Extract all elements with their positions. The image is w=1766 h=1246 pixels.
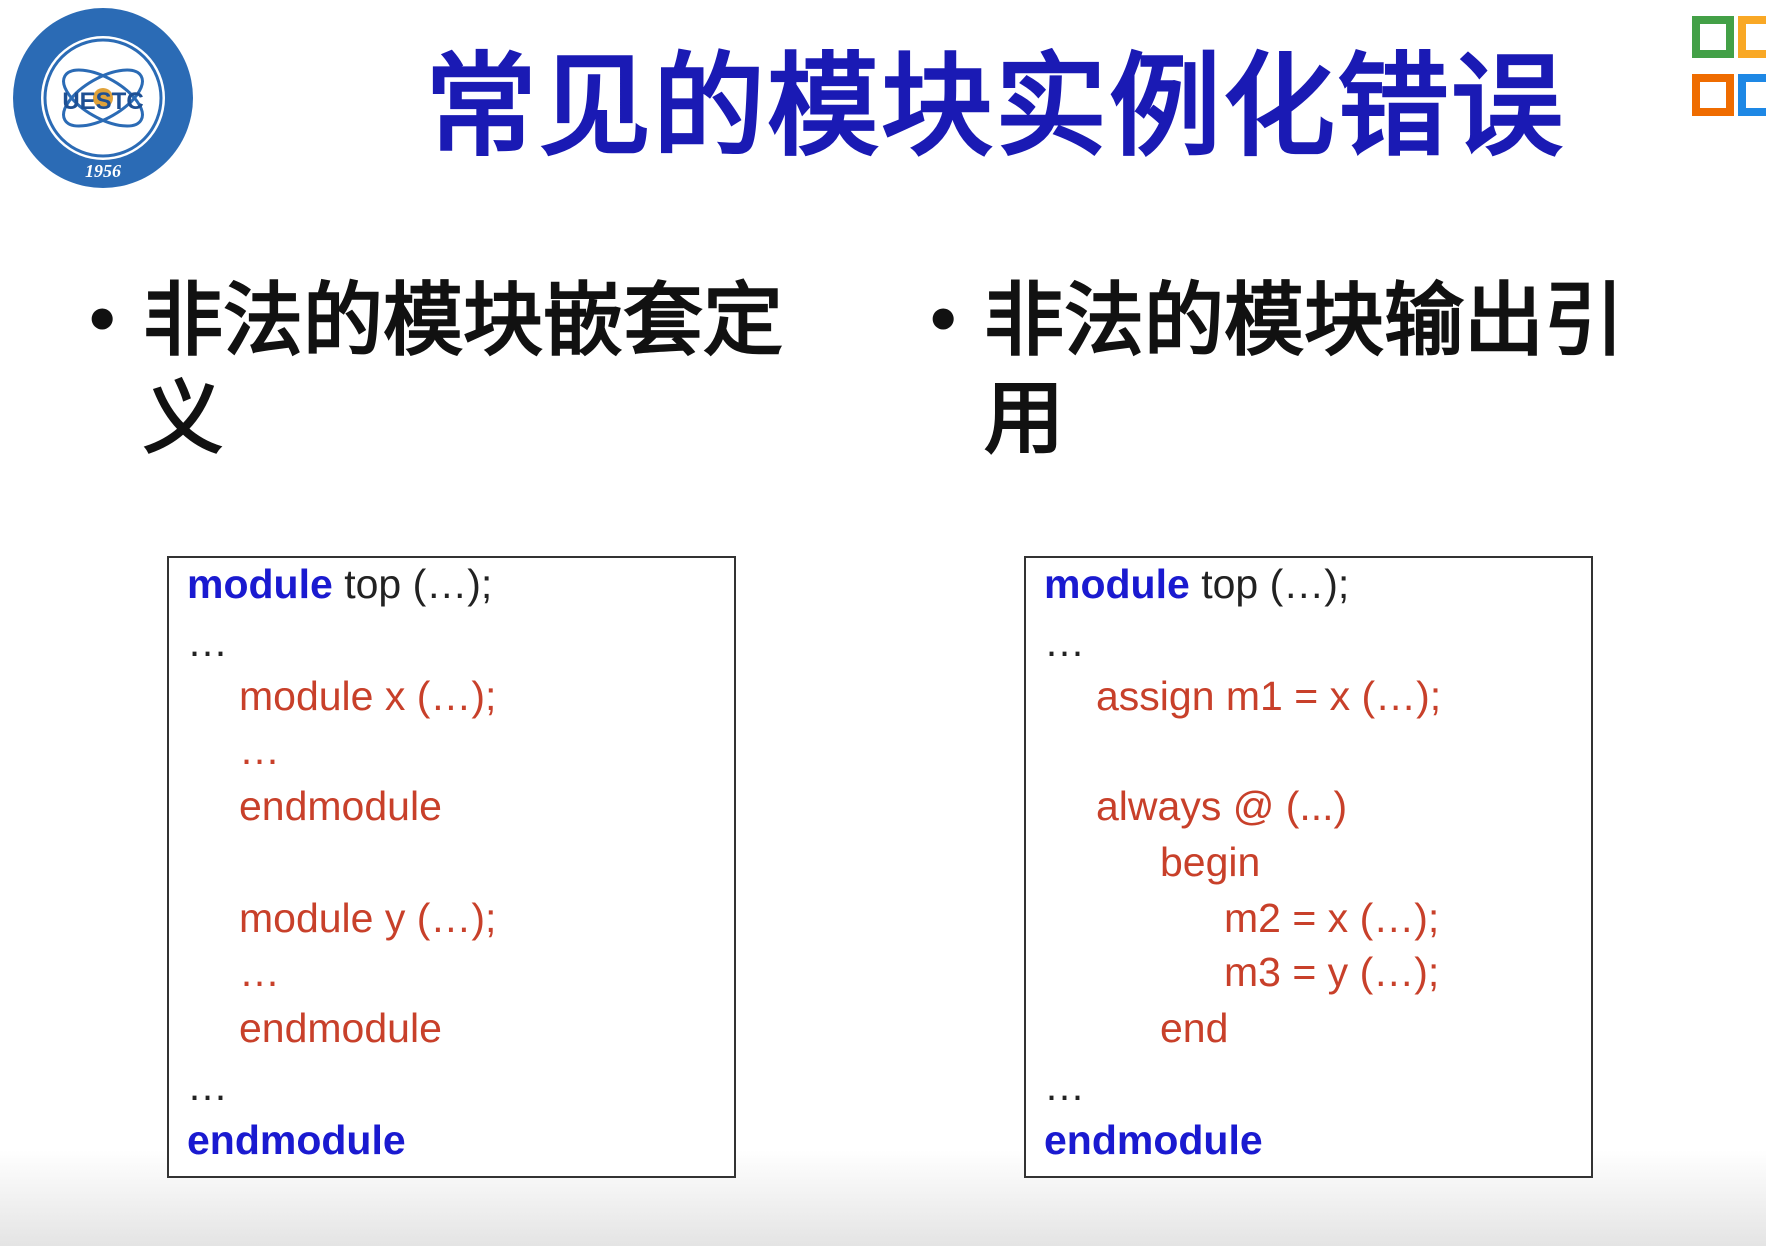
code-box-output-reference: module top (…); … assign m1 = x (…); alw…: [1024, 556, 1593, 1178]
code-line: module top (…);: [187, 560, 492, 608]
code-line: …: [239, 949, 280, 995]
page-title: 常见的模块实例化错误: [425, 42, 1565, 172]
logo-year: 1956: [85, 161, 121, 181]
code-line: m3 = y (…);: [1224, 949, 1440, 995]
code-line: assign m1 = x (…);: [1096, 673, 1442, 719]
code-line: endmodule: [239, 783, 442, 829]
bullet-right-line2: 用: [984, 372, 1064, 465]
bullet-dot: •: [83, 286, 122, 356]
code-line: endmodule: [1044, 1117, 1263, 1163]
code-line: begin: [1160, 839, 1261, 885]
keyword-module: module: [187, 561, 333, 607]
code-line: module y (…);: [239, 895, 497, 941]
code-line: always @ (...): [1096, 783, 1348, 829]
code-box-nested-modules: module top (…); … module x (…); … endmod…: [167, 556, 736, 1178]
university-seal-icon: UESTC 1956: [13, 8, 193, 188]
stacked-squares-logo-icon: [1692, 16, 1766, 116]
code-line: …: [187, 619, 228, 665]
code-line: …: [187, 1063, 228, 1109]
bullet-illegal-output-reference: • 非法的模块输出引 用: [924, 272, 1674, 468]
code-text: top (…);: [1189, 561, 1350, 607]
code-line: endmodule: [239, 1005, 442, 1051]
code-line: …: [1044, 619, 1085, 665]
code-line: …: [1044, 1063, 1085, 1109]
code-line: module x (…);: [239, 673, 497, 719]
code-line: module top (…);: [1044, 560, 1349, 608]
logo-label: UESTC: [62, 88, 143, 115]
code-line: m2 = x (…);: [1224, 895, 1440, 941]
bullet-dot: •: [924, 286, 963, 356]
bullet-left-line2: 义: [143, 372, 223, 465]
keyword-module: module: [1044, 561, 1190, 607]
code-line: endmodule: [187, 1117, 406, 1163]
code-text: top (…);: [332, 561, 493, 607]
bullet-left-line1: 非法的模块嵌套定: [143, 274, 783, 367]
bullet-illegal-nested-definition: • 非法的模块嵌套定 义: [83, 272, 823, 468]
code-line: end: [1160, 1005, 1229, 1051]
bullet-right-line1: 非法的模块输出引: [984, 274, 1624, 367]
code-line: …: [239, 727, 280, 773]
